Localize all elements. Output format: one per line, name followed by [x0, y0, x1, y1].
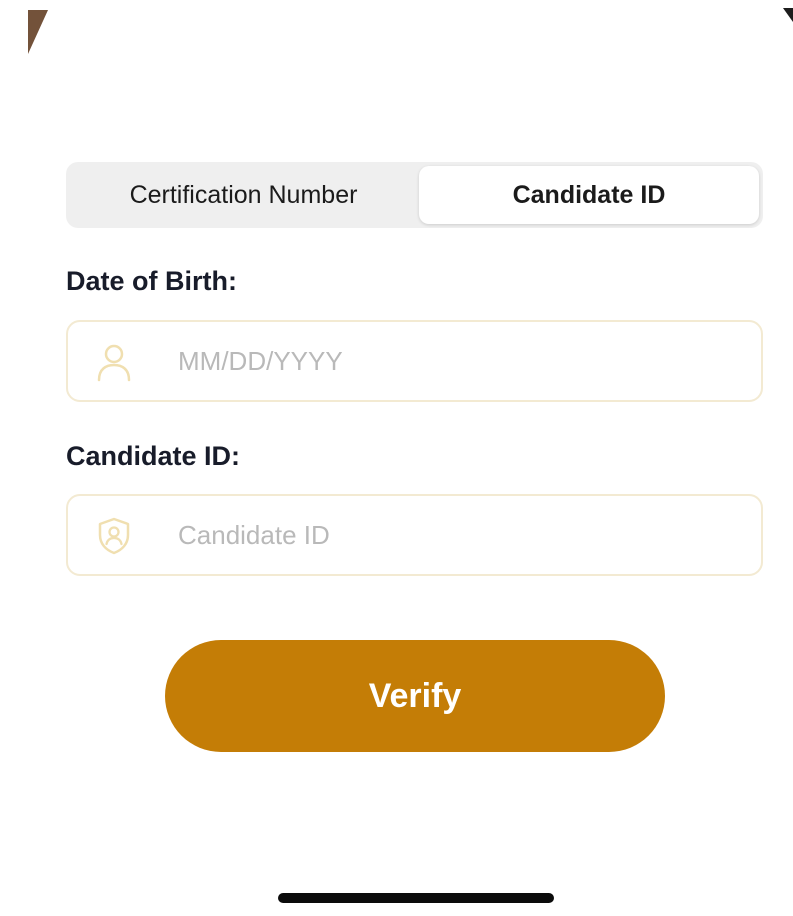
date-of-birth-field[interactable]: MM/DD/YYYY [66, 320, 763, 402]
candidate-id-field[interactable]: Candidate ID [66, 494, 763, 576]
backdrop-corner-right [783, 8, 793, 22]
segment-certification-number[interactable]: Certification Number [70, 166, 417, 224]
person-icon [94, 342, 134, 382]
segment-candidate-id[interactable]: Candidate ID [419, 166, 759, 224]
shield-user-icon [94, 516, 134, 556]
search-mode-segmented-control: Certification Number Candidate ID [66, 162, 763, 228]
candidate-id-label: Candidate ID: [66, 441, 241, 471]
backdrop-corner-left [28, 10, 48, 54]
date-of-birth-label: Date of Birth: [66, 266, 237, 296]
verify-button[interactable]: Verify [165, 640, 665, 752]
home-indicator[interactable] [278, 893, 554, 903]
candidate-id-input[interactable]: Candidate ID [178, 496, 330, 574]
date-of-birth-input[interactable]: MM/DD/YYYY [178, 322, 343, 400]
